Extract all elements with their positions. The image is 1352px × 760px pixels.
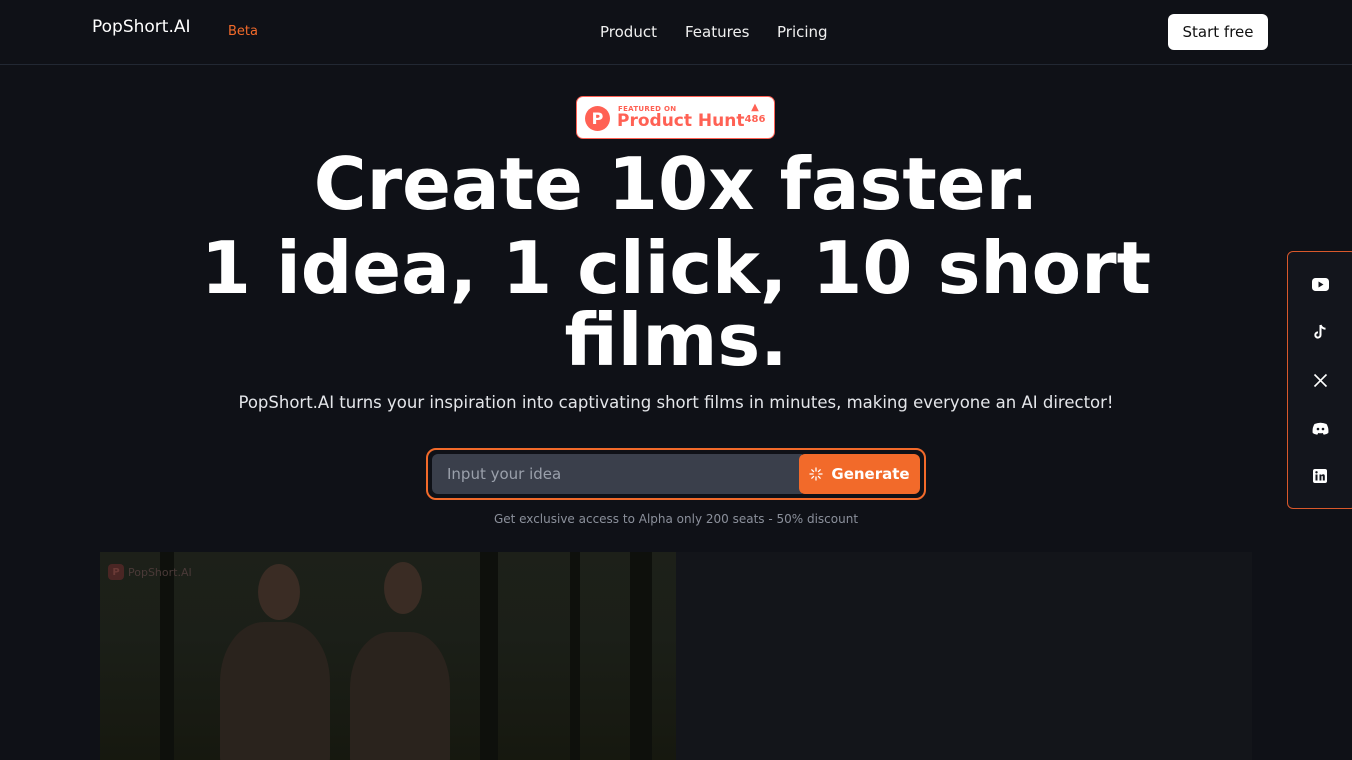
watermark-text: PopShort.AI bbox=[128, 565, 192, 579]
upvote-triangle-icon: ▲ bbox=[751, 102, 759, 113]
hero-title-line3: films. bbox=[564, 298, 788, 382]
nav-pricing[interactable]: Pricing bbox=[777, 23, 828, 41]
top-nav: PopShort.AI Beta Product Features Pricin… bbox=[0, 0, 1352, 65]
linkedin-icon[interactable] bbox=[1310, 466, 1330, 486]
product-hunt-badge[interactable]: P FEATURED ON Product Hunt ▲ 486 bbox=[576, 96, 775, 139]
video-frame-image bbox=[100, 552, 676, 760]
nav-product[interactable]: Product bbox=[600, 23, 657, 41]
tiktok-icon[interactable] bbox=[1310, 322, 1330, 342]
hero-subtitle: PopShort.AI turns your inspiration into … bbox=[238, 393, 1114, 412]
demo-video[interactable]: P PopShort.AI bbox=[100, 552, 1252, 760]
discord-icon[interactable] bbox=[1310, 418, 1330, 438]
beta-badge: Beta bbox=[228, 24, 258, 39]
youtube-icon[interactable] bbox=[1310, 274, 1330, 294]
logo[interactable]: PopShort.AI bbox=[92, 16, 191, 38]
product-hunt-upvotes: ▲ 486 bbox=[743, 103, 767, 125]
generate-button[interactable]: Generate bbox=[799, 454, 920, 494]
social-sidebar bbox=[1287, 251, 1352, 509]
generate-label: Generate bbox=[831, 465, 910, 483]
x-icon[interactable] bbox=[1310, 370, 1330, 390]
video-watermark: P PopShort.AI bbox=[108, 564, 192, 580]
hero-title-line1: Create 10x faster. bbox=[313, 142, 1039, 226]
nav-features[interactable]: Features bbox=[685, 23, 750, 41]
idea-input[interactable] bbox=[432, 454, 802, 494]
product-hunt-title: Product Hunt bbox=[617, 111, 745, 131]
watermark-logo-icon: P bbox=[108, 564, 124, 580]
product-hunt-icon: P bbox=[585, 106, 610, 131]
alpha-access-note: Get exclusive access to Alpha only 200 s… bbox=[493, 512, 859, 526]
product-hunt-count: 486 bbox=[744, 114, 766, 125]
idea-form: Generate bbox=[426, 448, 926, 500]
sparkle-icon bbox=[809, 467, 824, 481]
start-free-button[interactable]: Start free bbox=[1168, 14, 1268, 50]
